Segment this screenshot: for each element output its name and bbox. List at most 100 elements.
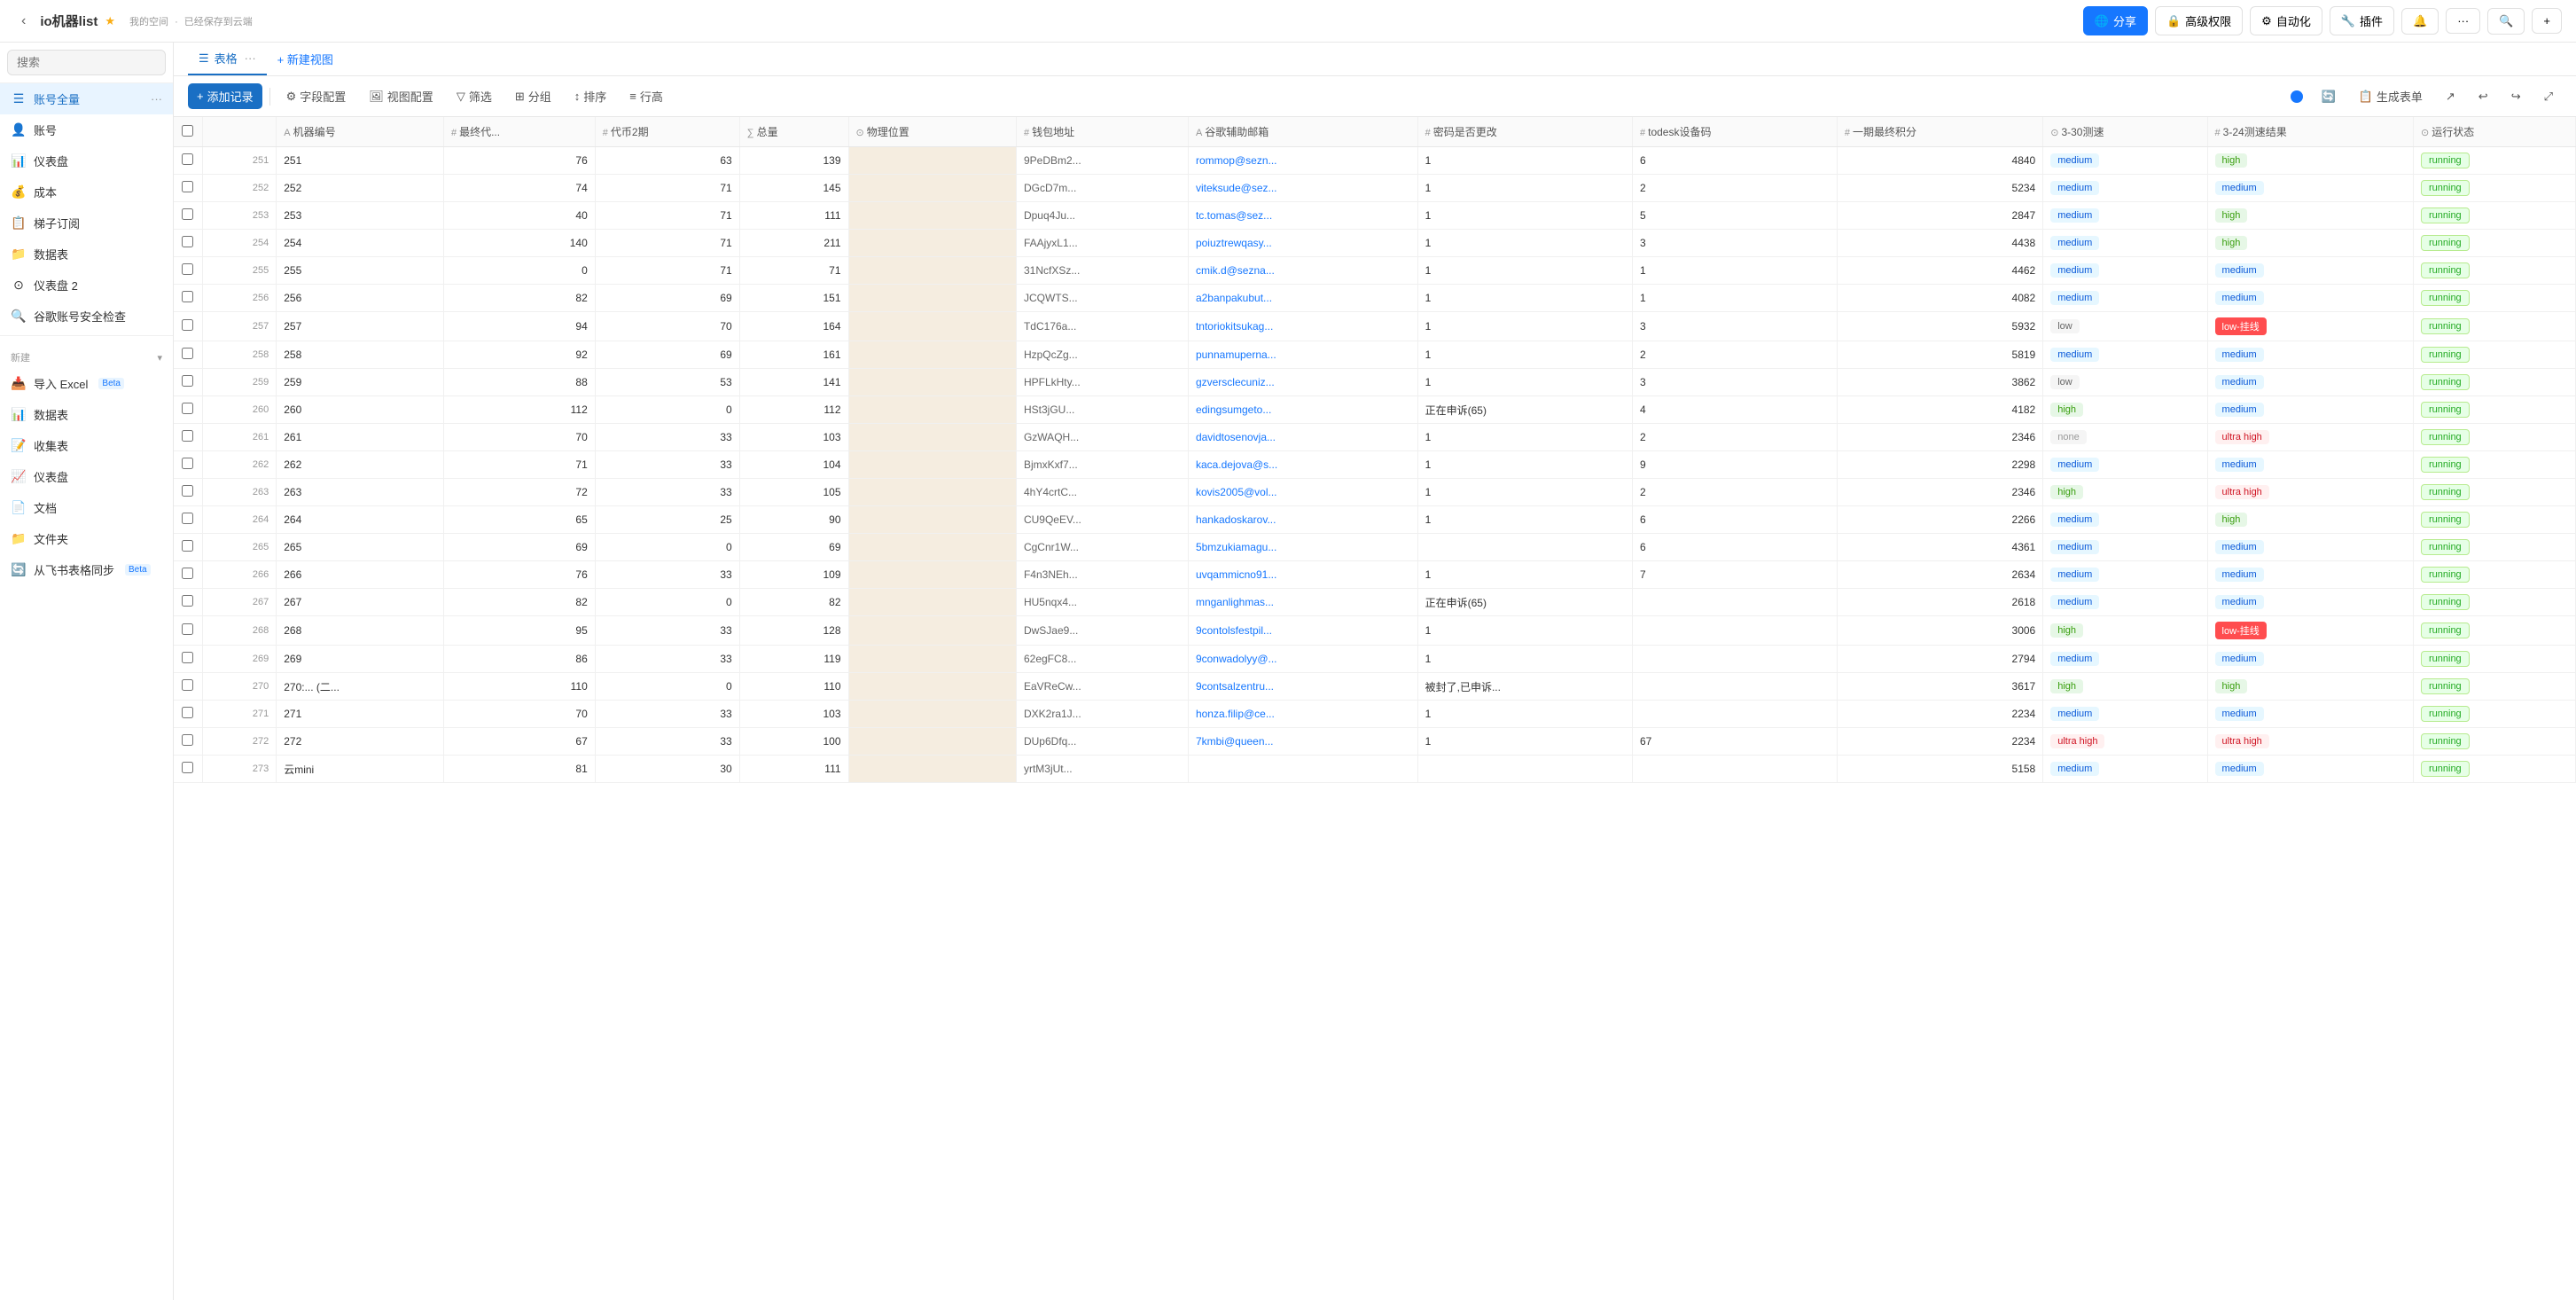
sidebar-item-dashboard[interactable]: 📊 仪表盘 <box>0 145 173 176</box>
sidebar-item-import-excel[interactable]: 📥 导入 Excel Beta <box>0 368 173 399</box>
row-checkbox[interactable] <box>182 485 193 497</box>
view-config-button[interactable]: 🖼 视图配置 <box>360 83 442 109</box>
col-latest-code[interactable]: #最终代... <box>443 117 595 147</box>
expand-button[interactable]: ⤢ <box>2535 85 2562 108</box>
sidebar-item-account[interactable]: 👤 账号 <box>0 114 173 145</box>
todesk-cell <box>1632 673 1837 701</box>
add-record-button[interactable]: + 添加记录 <box>188 83 262 109</box>
test-result-cell: medium <box>2207 257 2413 285</box>
pw-changed-cell: 1 <box>1417 369 1632 396</box>
row-checkbox[interactable] <box>182 734 193 746</box>
col-wallet[interactable]: #钱包地址 <box>1016 117 1188 147</box>
favorite-icon[interactable]: ★ <box>105 14 115 28</box>
search-button[interactable]: 🔍 <box>2487 8 2525 35</box>
new-view-button[interactable]: + 新建视图 <box>269 46 342 72</box>
col-pw-changed[interactable]: #密码是否更改 <box>1417 117 1632 147</box>
advanced-button[interactable]: 🔒 高级权限 <box>2155 6 2243 35</box>
row-checkbox[interactable] <box>182 430 193 442</box>
more-button[interactable]: ··· <box>2446 8 2480 34</box>
row-checkbox[interactable] <box>182 208 193 220</box>
sidebar-item-google-check[interactable]: 🔍 谷歌账号安全检查 <box>0 301 173 332</box>
row-checkbox[interactable] <box>182 153 193 165</box>
add-button[interactable]: + <box>2532 8 2562 34</box>
row-checkbox[interactable] <box>182 707 193 718</box>
col-google-email[interactable]: A谷歌辅助邮箱 <box>1188 117 1417 147</box>
auto-button[interactable]: ⚙ 自动化 <box>2250 6 2322 35</box>
row-checkbox[interactable] <box>182 348 193 359</box>
row-checkbox[interactable] <box>182 623 193 635</box>
search-input[interactable] <box>7 50 166 75</box>
token2-cell: 30 <box>595 756 739 783</box>
test-result-cell: low-挂线 <box>2207 616 2413 646</box>
row-checkbox[interactable] <box>182 762 193 773</box>
machine-id-cell: 257 <box>277 312 444 341</box>
table-row: 270 270:... (二... 110 0 110 EaVReCw... 9… <box>174 673 2576 701</box>
test-result-cell: medium <box>2207 341 2413 369</box>
row-checkbox[interactable] <box>182 319 193 331</box>
plugin-button[interactable]: 🔧 插件 <box>2330 6 2394 35</box>
undo-button[interactable]: ↩ <box>2470 85 2497 108</box>
row-checkbox[interactable] <box>182 458 193 469</box>
col-run-status[interactable]: ⊙运行状态 <box>2413 117 2575 147</box>
run-status-cell: running <box>2413 701 2575 728</box>
tab-settings-icon[interactable]: ··· <box>245 51 256 65</box>
wallet-cell: 4hY4crtC... <box>1016 479 1188 506</box>
share2-button[interactable]: ↗ <box>2437 85 2464 108</box>
sidebar-item-doc[interactable]: 📄 文档 <box>0 492 173 523</box>
run-status-cell: running <box>2413 312 2575 341</box>
row-height-button[interactable]: ≡ 行高 <box>621 83 672 109</box>
sidebar-item-data-table-new[interactable]: 📊 数据表 <box>0 399 173 430</box>
generate-bill-button[interactable]: 📋 生成表单 <box>2350 83 2432 109</box>
col-test-result[interactable]: #3-24测速结果 <box>2207 117 2413 147</box>
sidebar-item-ladder[interactable]: 📋 梯子订阅 <box>0 208 173 239</box>
row-checkbox[interactable] <box>182 263 193 275</box>
back-button[interactable]: ‹ <box>14 10 33 33</box>
bell-button[interactable]: 🔔 <box>2401 8 2439 35</box>
speed-cell: medium <box>2043 589 2207 616</box>
col-speed[interactable]: ⊙3-30测速 <box>2043 117 2207 147</box>
col-total[interactable]: ∑总量 <box>739 117 848 147</box>
tab-table[interactable]: ☰ 表格 ··· <box>188 43 267 75</box>
chevron-down-icon[interactable]: ▾ <box>157 352 162 364</box>
sidebar-item-folder[interactable]: 📁 文件夹 <box>0 523 173 554</box>
field-config-button[interactable]: ⚙ 字段配置 <box>277 83 355 109</box>
location-cell <box>848 424 1016 451</box>
row-checkbox[interactable] <box>182 181 193 192</box>
row-checkbox[interactable] <box>182 403 193 414</box>
sidebar-item-more-icon[interactable]: ··· <box>151 92 162 106</box>
row-checkbox[interactable] <box>182 540 193 552</box>
sort-button[interactable]: ↕ 排序 <box>566 83 616 109</box>
speed-cell: medium <box>2043 534 2207 561</box>
sidebar-item-sync-feishu[interactable]: 🔄 从飞书表格同步 Beta <box>0 554 173 585</box>
row-checkbox[interactable] <box>182 679 193 691</box>
col-todesk[interactable]: #todesk设备码 <box>1632 117 1837 147</box>
col-location[interactable]: ⊙物理位置 <box>848 117 1016 147</box>
refresh-button[interactable]: 🔄 <box>2312 85 2344 108</box>
col-last-score[interactable]: #一期最终积分 <box>1837 117 2042 147</box>
row-checkbox[interactable] <box>182 595 193 607</box>
sidebar-item-data-table[interactable]: 📁 数据表 <box>0 239 173 270</box>
row-checkbox[interactable] <box>182 513 193 524</box>
group-button[interactable]: ⊞ 分组 <box>506 83 560 109</box>
select-all-checkbox[interactable] <box>182 125 193 137</box>
row-checkbox[interactable] <box>182 236 193 247</box>
sidebar-item-account-all[interactable]: ☰ 账号全量 ··· <box>0 83 173 114</box>
sidebar-item-dashboard2[interactable]: ⊙ 仪表盘 2 <box>0 270 173 301</box>
col-machine-id[interactable]: A机器编号 <box>277 117 444 147</box>
last-score-cell: 2346 <box>1837 424 2042 451</box>
pw-changed-cell <box>1417 756 1632 783</box>
sidebar-item-dashboard-new[interactable]: 📈 仪表盘 <box>0 461 173 492</box>
share-button[interactable]: 🌐 分享 <box>2083 6 2148 35</box>
sidebar-item-collect-form[interactable]: 📝 收集表 <box>0 430 173 461</box>
redo-button[interactable]: ↪ <box>2502 85 2530 108</box>
latest-code-cell: 88 <box>443 369 595 396</box>
row-checkbox-cell <box>174 341 202 369</box>
col-token2[interactable]: #代币2期 <box>595 117 739 147</box>
total-cell: 100 <box>739 728 848 756</box>
row-checkbox[interactable] <box>182 568 193 579</box>
filter-button[interactable]: ▽ 筛选 <box>448 83 501 109</box>
row-checkbox[interactable] <box>182 375 193 387</box>
row-checkbox[interactable] <box>182 291 193 302</box>
row-checkbox[interactable] <box>182 652 193 663</box>
sidebar-item-cost[interactable]: 💰 成本 <box>0 176 173 208</box>
